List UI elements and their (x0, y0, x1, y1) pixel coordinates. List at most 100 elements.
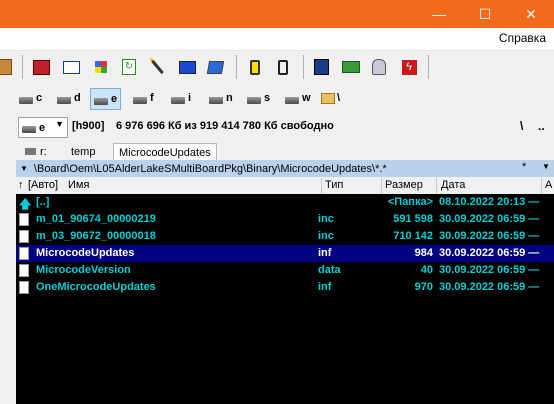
ftp-disconnect-icon[interactable] (272, 56, 294, 78)
file-name: MicrocodeVersion (36, 264, 131, 276)
column-date[interactable]: Дата (441, 179, 465, 191)
sort-mode-label[interactable]: [Авто] (28, 179, 58, 191)
path-up-button[interactable]: .. (538, 119, 545, 133)
file-row[interactable]: m_03_90672_00000018 inc 710 142 30.09.20… (16, 228, 554, 245)
column-header: ↑ [Авто] Имя Тип Размер Дата А (16, 178, 554, 195)
volume-label: [h900] (72, 120, 105, 132)
file-icon (19, 247, 29, 260)
file-size: <Папка> (387, 196, 433, 208)
toolbar-separator (22, 55, 23, 79)
column-size[interactable]: Размер (385, 179, 423, 191)
close-icon: ✕ (525, 5, 537, 22)
drive-button-c[interactable]: c (16, 88, 45, 108)
drive-info-row: e ▼ [h900] 6 976 696 Кб из 919 414 780 К… (0, 116, 554, 138)
file-type: inc (318, 213, 334, 225)
column-type[interactable]: Тип (325, 179, 343, 191)
file-name: OneMicrocodeUpdates (36, 281, 156, 293)
drive-icon (19, 96, 33, 104)
sync-icon[interactable]: ↻ (118, 56, 140, 78)
drive-icon (209, 96, 223, 104)
file-name: [..] (36, 196, 50, 208)
file-date: 30.09.2022 06:59 — (439, 247, 540, 259)
toolbar-separator (236, 55, 237, 79)
tab-temp[interactable]: temp (66, 143, 100, 160)
toolbar: ↻ ϟ (0, 51, 554, 83)
chevron-down-icon[interactable]: ▼ (542, 162, 550, 171)
drive-button-i[interactable]: i (168, 88, 194, 108)
drive-button-w[interactable]: w (282, 88, 314, 108)
file-icon (19, 230, 29, 243)
file-row-selected[interactable]: MicrocodeUpdates inf 984 30.09.2022 06:5… (16, 245, 554, 262)
current-path-bar[interactable]: ▼ \Board\Oem\L05AlderLakeSMultiBoardPkg\… (16, 160, 554, 177)
root-folder-button[interactable]: \ (318, 88, 343, 108)
rename-icon[interactable] (60, 56, 82, 78)
menu-bar: Справка (0, 28, 554, 51)
file-icon (19, 213, 29, 226)
calculator-icon[interactable] (310, 56, 332, 78)
drive-icon (247, 96, 261, 104)
file-type: inf (318, 281, 332, 293)
column-divider (436, 178, 437, 194)
file-date: 08.10.2022 20:13 — (439, 196, 540, 208)
path-root-button[interactable]: \ (520, 119, 523, 133)
close-button[interactable]: ✕ (508, 0, 554, 28)
drive-button-d[interactable]: d (54, 88, 84, 108)
file-icon (19, 264, 29, 277)
drive-combo[interactable]: e ▼ (18, 117, 68, 138)
file-icon (19, 281, 29, 294)
minimize-button[interactable]: — (416, 0, 462, 28)
column-divider (381, 178, 382, 194)
filter-star[interactable]: * (522, 161, 526, 173)
windows-explorer-icon[interactable] (90, 56, 112, 78)
file-date: 30.09.2022 06:59 — (439, 281, 540, 293)
ftp-connect-icon[interactable] (244, 56, 266, 78)
drive-button-n[interactable]: n (206, 88, 236, 108)
flash-icon[interactable]: ϟ (398, 56, 420, 78)
file-row-parent[interactable]: 🡅 [..] <Папка> 08.10.2022 20:13 — (16, 194, 554, 211)
file-date: 30.09.2022 06:59 — (439, 213, 540, 225)
computer-icon[interactable] (204, 56, 226, 78)
maximize-button[interactable]: ☐ (462, 0, 508, 28)
menu-help[interactable]: Справка (499, 31, 546, 45)
file-name: MicrocodeUpdates (36, 247, 135, 259)
file-row[interactable]: OneMicrocodeUpdates inf 970 30.09.2022 0… (16, 279, 554, 296)
file-type: inf (318, 247, 332, 259)
multi-rename-icon[interactable] (30, 56, 52, 78)
file-date: 30.09.2022 06:59 — (439, 264, 540, 276)
drive-button-s[interactable]: s (244, 88, 273, 108)
file-size: 40 (420, 264, 433, 276)
minimize-icon: — (432, 6, 446, 22)
drive-icon (133, 96, 147, 104)
network-card-icon[interactable] (340, 56, 362, 78)
file-size: 984 (414, 247, 433, 259)
drive-button-f[interactable]: f (130, 88, 157, 108)
file-row[interactable]: m_01_90674_00000219 inc 591 598 30.09.20… (16, 211, 554, 228)
toolbar-separator (428, 55, 429, 79)
file-size: 970 (414, 281, 433, 293)
pack-icon[interactable] (0, 56, 16, 78)
drive-icon (57, 96, 71, 104)
drive-button-e[interactable]: e (90, 88, 122, 110)
maximize-icon: ☐ (478, 5, 492, 22)
tab-microcodeupdates[interactable]: MicrocodeUpdates (113, 143, 217, 161)
column-divider (541, 178, 542, 194)
title-bar: — ☐ ✕ (0, 0, 554, 28)
folder-icon (321, 92, 335, 104)
user-icon[interactable] (368, 56, 390, 78)
file-name: m_01_90674_00000219 (36, 213, 156, 225)
monitor-icon[interactable] (176, 56, 198, 78)
tab-drive-r[interactable]: r: (20, 143, 52, 160)
file-date: 30.09.2022 06:59 — (439, 230, 540, 242)
column-divider (321, 178, 322, 194)
drive-icon (94, 97, 108, 105)
column-name[interactable]: Имя (68, 179, 89, 191)
drive-bar: c d e f i n s w \ (0, 84, 554, 112)
column-attributes[interactable]: А (545, 179, 552, 191)
history-dropdown-icon[interactable]: ▼ (20, 164, 28, 173)
file-row[interactable]: MicrocodeVersion data 40 30.09.2022 06:5… (16, 262, 554, 279)
toolbar-separator (303, 55, 304, 79)
file-size: 710 142 (393, 230, 433, 242)
sort-arrow-icon: ↑ (18, 179, 24, 191)
file-list[interactable]: 🡅 [..] <Папка> 08.10.2022 20:13 — m_01_9… (16, 194, 554, 404)
magic-wand-icon[interactable] (146, 56, 168, 78)
